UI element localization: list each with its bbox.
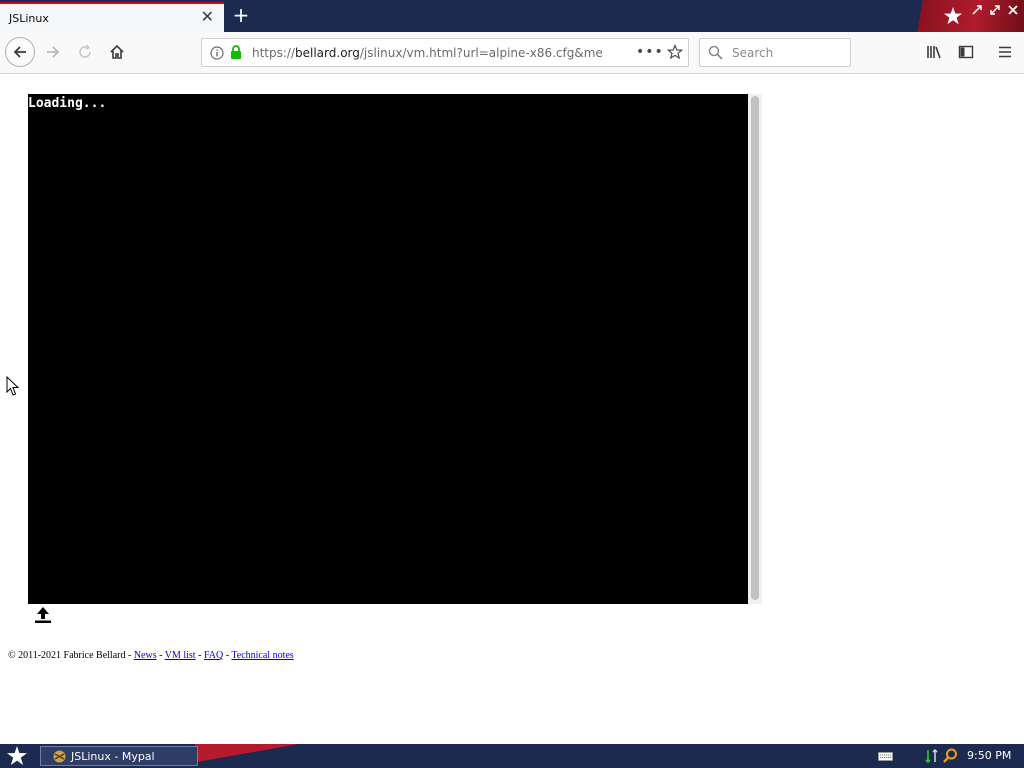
- page-footer: © 2011-2021 Fabrice Bellard - News - VM …: [8, 650, 294, 661]
- navigation-toolbar: https://bellard.org/jslinux/vm.html?url=…: [0, 32, 1024, 74]
- scrollbar-thumb[interactable]: [751, 96, 759, 600]
- footer-separator: -: [156, 650, 165, 661]
- url-host: bellard.org: [295, 46, 360, 60]
- address-bar[interactable]: https://bellard.org/jslinux/vm.html?url=…: [201, 38, 689, 67]
- keyboard-icon[interactable]: [878, 752, 893, 761]
- back-button[interactable]: [5, 37, 35, 67]
- footer-copyright: © 2011-2021 Fabrice Bellard -: [8, 650, 134, 661]
- new-tab-button[interactable]: +: [231, 5, 251, 27]
- url-path: /jslinux/vm.html?url=alpine-x86.cfg&mem: [359, 46, 602, 60]
- taskbar-item-jslinux[interactable]: JSLinux - Mypal: [40, 746, 198, 766]
- taskbar: JSLinux - Mypal 9:50 PM: [0, 744, 1024, 768]
- reload-button[interactable]: [70, 37, 100, 67]
- close-icon: [1008, 5, 1018, 15]
- minimize-button[interactable]: [970, 5, 984, 19]
- minimize-icon: [972, 5, 982, 15]
- tab-jslinux[interactable]: JSLinux ✕: [0, 2, 224, 32]
- forward-arrow-icon: [47, 46, 60, 58]
- network-icon[interactable]: [925, 748, 939, 764]
- library-icon[interactable]: [926, 44, 943, 60]
- terminal-output: Loading...: [28, 96, 107, 111]
- search-placeholder: Search: [732, 46, 774, 60]
- tab-title: JSLinux: [9, 12, 49, 25]
- sidebar-icon[interactable]: [958, 44, 974, 60]
- reload-icon: [79, 44, 91, 58]
- taskbar-decoration: [195, 744, 315, 768]
- footer-link-technical-notes[interactable]: Technical notes: [231, 650, 293, 661]
- footer-link-faq[interactable]: FAQ: [204, 650, 223, 661]
- home-icon: [110, 44, 124, 59]
- url-prefix: https://: [252, 46, 296, 60]
- tab-close-icon[interactable]: ✕: [201, 9, 214, 25]
- maximize-button[interactable]: [988, 5, 1002, 19]
- mouse-cursor-icon: [6, 376, 20, 396]
- terminal-screen[interactable]: Loading...: [28, 94, 748, 604]
- footer-link-vm-list[interactable]: VM list: [165, 650, 196, 661]
- maximize-icon: [990, 5, 1000, 15]
- forward-button[interactable]: [38, 37, 68, 67]
- start-menu-star-icon[interactable]: [6, 746, 28, 766]
- info-icon[interactable]: [210, 46, 224, 60]
- footer-separator: -: [195, 650, 204, 661]
- back-arrow-icon: [13, 46, 26, 58]
- taskbar-clock: 9:50 PM: [967, 749, 1012, 762]
- tray-search-icon[interactable]: [943, 748, 958, 764]
- browser-app-icon: [53, 750, 66, 763]
- hamburger-menu-icon[interactable]: [997, 44, 1013, 60]
- page-actions-menu-icon[interactable]: •••: [636, 44, 664, 60]
- star-icon: [944, 7, 962, 25]
- bookmark-star-icon[interactable]: [667, 44, 683, 60]
- search-icon: [708, 45, 723, 60]
- footer-link-news[interactable]: News: [134, 650, 157, 661]
- close-window-button[interactable]: [1006, 5, 1020, 19]
- home-button[interactable]: [102, 37, 132, 67]
- lock-icon[interactable]: [230, 45, 242, 60]
- upload-icon[interactable]: [33, 605, 53, 625]
- url-text[interactable]: https://bellard.org/jslinux/vm.html?url=…: [252, 46, 602, 60]
- taskbar-item-label: JSLinux - Mypal: [71, 750, 155, 763]
- tab-strip: JSLinux ✕ +: [0, 0, 1024, 32]
- terminal-scrollbar[interactable]: [748, 94, 762, 604]
- search-input[interactable]: Search: [699, 38, 851, 67]
